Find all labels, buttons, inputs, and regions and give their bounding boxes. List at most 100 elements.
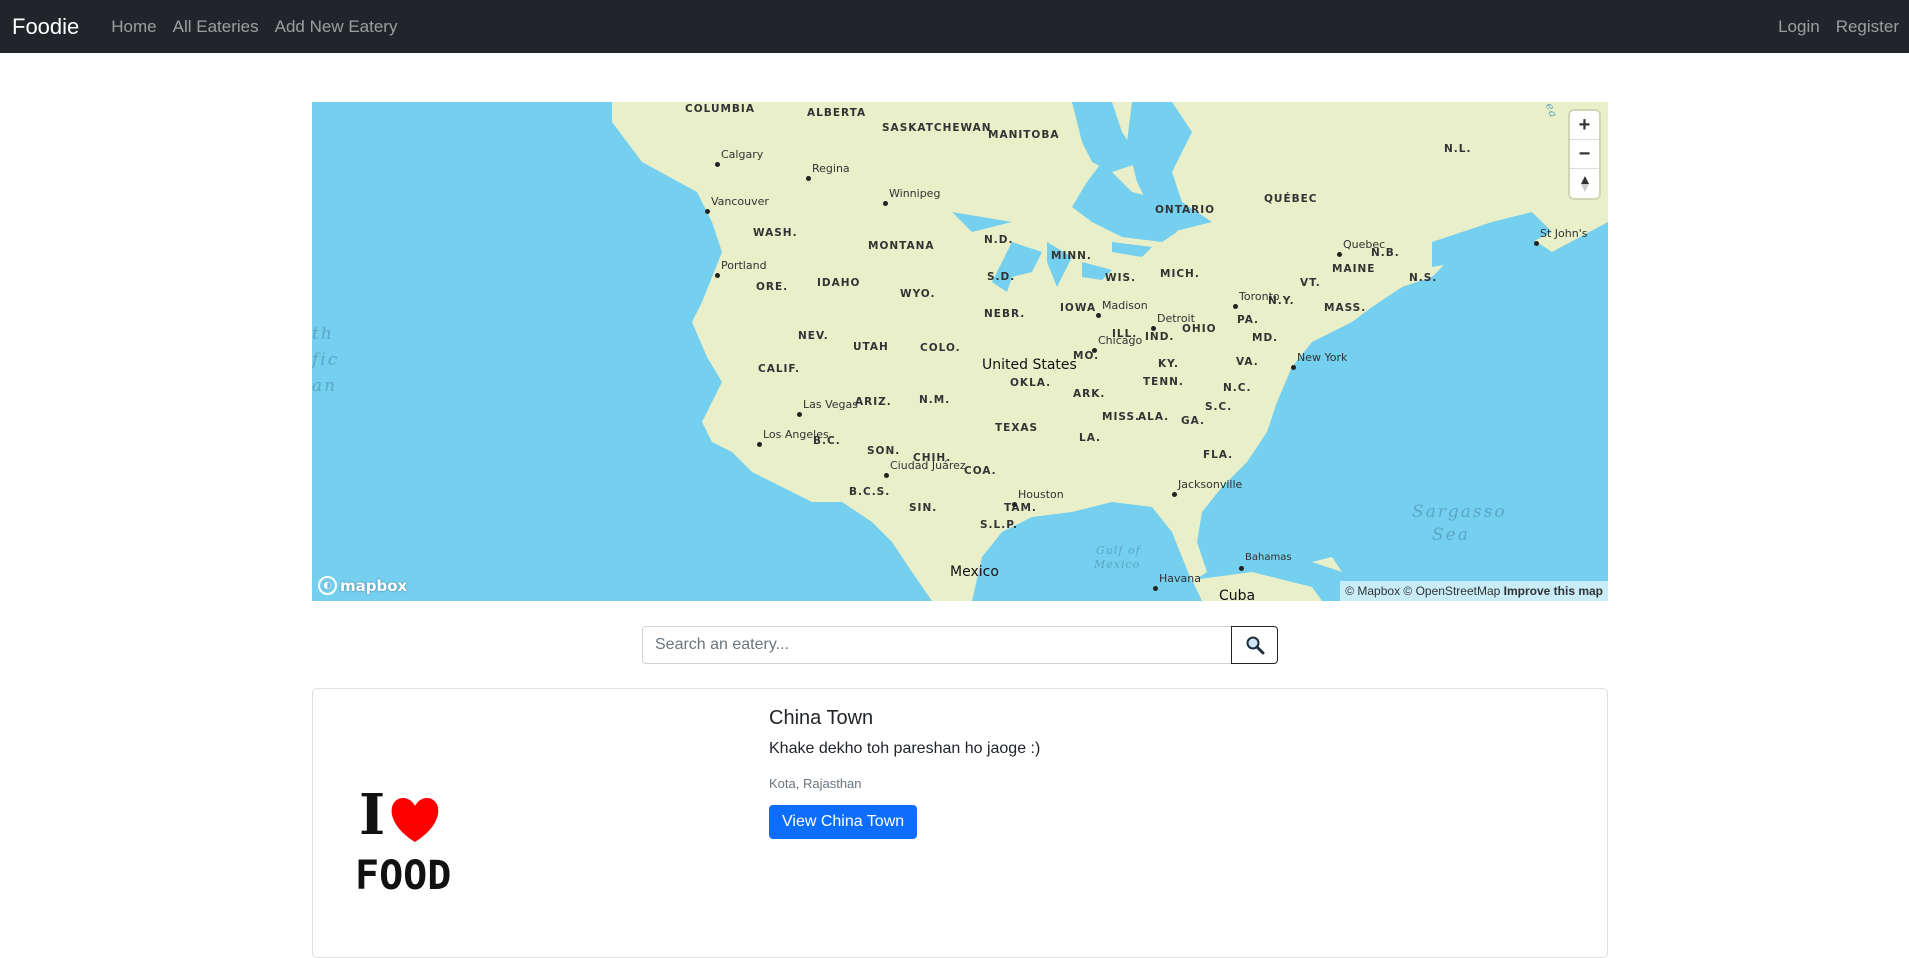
map-region-label: MAINE — [1332, 263, 1376, 275]
map-region-label: N.L. — [1444, 143, 1472, 155]
nav-add-eatery-link[interactable]: Add New Eatery — [267, 17, 406, 37]
map-city-label: Las Vegas — [797, 398, 858, 417]
map-region-label: SIN. — [909, 502, 938, 514]
map-region-label: ARK. — [1073, 388, 1106, 400]
eatery-card: I FOOD China Town Khake dekho toh paresh… — [312, 688, 1608, 958]
map-region-label: S.C. — [1205, 401, 1233, 413]
map-region-label: WYO. — [900, 288, 936, 300]
map-region-label: TENN. — [1143, 376, 1184, 388]
search-button[interactable] — [1231, 626, 1278, 664]
map-city-label: Ciudad Juárez — [884, 459, 966, 478]
eatery-title: China Town — [769, 707, 874, 729]
navbar: Foodie Home All Eateries Add New Eatery … — [0, 0, 1909, 53]
view-eatery-button[interactable]: View China Town — [769, 805, 918, 839]
map-city-label: Detroit — [1151, 312, 1195, 331]
map-region-label: WASH. — [753, 227, 798, 239]
map-city-label: Toronto — [1233, 290, 1280, 309]
map-region-label: VT. — [1300, 277, 1321, 289]
mapbox-logo-text: mapbox — [340, 576, 408, 595]
mapbox-logo-icon: ◐ — [318, 576, 337, 595]
map-region-label: QUÉBEC — [1264, 193, 1318, 205]
map-region-label: PA. — [1237, 314, 1260, 326]
improve-map-link[interactable]: Improve this map — [1504, 584, 1603, 598]
map-country-label: Mexico — [950, 564, 999, 580]
map-region-label: WIS. — [1105, 272, 1137, 284]
map-region-label: B.C.S. — [849, 486, 891, 498]
map-city-label: Havana — [1153, 572, 1201, 591]
map-region-label: IOWA — [1060, 302, 1097, 314]
map-region-label: ORE. — [756, 281, 789, 293]
image-letter-i: I — [359, 784, 385, 848]
map-water-label: Mexico — [1094, 558, 1141, 571]
search-icon — [1246, 636, 1264, 655]
map-region-label: SON. — [867, 445, 901, 457]
heart-icon — [391, 798, 439, 842]
eateries-map[interactable]: COLUMBIA ALBERTA SASKATCHEWAN MANITOBA O… — [312, 102, 1608, 601]
map-water-label: Gulf of — [1096, 544, 1141, 557]
map-region-label: SASKATCHEWAN — [882, 122, 992, 134]
map-city-label: New York — [1290, 351, 1348, 370]
nav-all-eateries-link[interactable]: All Eateries — [165, 17, 267, 37]
map-region-label: UTAH — [853, 341, 889, 353]
map-water-label: th — [312, 324, 334, 344]
attribution-text[interactable]: © Mapbox © OpenStreetMap — [1345, 584, 1500, 598]
nav-left: Home All Eateries Add New Eatery — [103, 17, 405, 37]
image-food-text: FOOD — [355, 853, 451, 894]
nav-right: Login Register — [1770, 17, 1907, 37]
map-region-label: GA. — [1181, 415, 1205, 427]
map-city-label: Bahamas — [1239, 552, 1292, 571]
map-region-label: S.D. — [987, 271, 1016, 283]
map-region-label: LA. — [1079, 432, 1102, 444]
register-link[interactable]: Register — [1828, 17, 1907, 37]
map-region-label: N.C. — [1223, 382, 1252, 394]
map-region-label: CALIF. — [758, 363, 801, 375]
map-city-label: Quebec — [1336, 238, 1386, 257]
map-region-label: COLO. — [920, 342, 961, 354]
brand-logo[interactable]: Foodie — [12, 14, 79, 40]
map-region-label: TAM. — [1004, 502, 1037, 514]
search-bar — [642, 626, 1278, 664]
map-country-label: United States — [982, 357, 1077, 373]
map-city-label: Portland — [715, 259, 767, 278]
map-region-label: MASS. — [1324, 302, 1367, 314]
zoom-in-button[interactable]: + — [1570, 111, 1599, 140]
map-region-label: KY. — [1158, 358, 1179, 370]
map-city-label: Los Angeles — [757, 428, 829, 447]
map-attribution: © Mapbox © OpenStreetMap Improve this ma… — [1340, 581, 1608, 601]
map-city-label: Jacksonville — [1171, 478, 1243, 497]
map-controls: + − — [1570, 111, 1599, 198]
map-region-label: NEBR. — [984, 308, 1026, 320]
map-region-label: MANITOBA — [988, 129, 1060, 141]
map-region-label: MISS. — [1102, 411, 1140, 423]
map-region-label: ALA. — [1138, 411, 1170, 423]
eatery-description: Khake dekho toh pareshan ho jaoge :) — [769, 740, 1041, 757]
map-region-label: COA. — [964, 465, 997, 477]
map-city-label: Chicago — [1091, 334, 1143, 353]
map-region-label: N.D. — [984, 234, 1014, 246]
plus-icon: + — [1578, 113, 1591, 136]
map-region-label: N.M. — [919, 394, 951, 406]
map-water-label: an — [312, 376, 338, 396]
compass-icon — [1580, 175, 1589, 192]
map-region-label: MD. — [1252, 332, 1279, 344]
mapbox-logo[interactable]: ◐ mapbox — [318, 576, 407, 595]
map-city-label: Winnipeg — [882, 187, 941, 206]
map-region-label: VA. — [1236, 356, 1259, 368]
map-city-label: Calgary — [714, 148, 764, 167]
map-region-label: COLUMBIA — [685, 103, 755, 115]
map-water-label: Sargasso — [1412, 502, 1507, 522]
map-region-label: ONTARIO — [1155, 204, 1216, 216]
login-link[interactable]: Login — [1770, 17, 1828, 37]
eatery-card-body: China Town Khake dekho toh pareshan ho j… — [769, 707, 1040, 839]
map-city-label: Houston — [1012, 488, 1064, 507]
map-city-label: St John's — [1533, 227, 1588, 246]
eatery-location: Kota, Rajasthan — [769, 776, 862, 791]
map-city-label: Vancouver — [705, 195, 769, 214]
nav-home-link[interactable]: Home — [103, 17, 164, 37]
zoom-out-button[interactable]: − — [1570, 140, 1599, 169]
search-input[interactable] — [642, 626, 1231, 664]
map-region-label: IDAHO — [817, 277, 861, 289]
map-region-label: N.S. — [1409, 272, 1438, 284]
reset-bearing-button[interactable] — [1570, 169, 1599, 198]
minus-icon: − — [1578, 142, 1591, 165]
